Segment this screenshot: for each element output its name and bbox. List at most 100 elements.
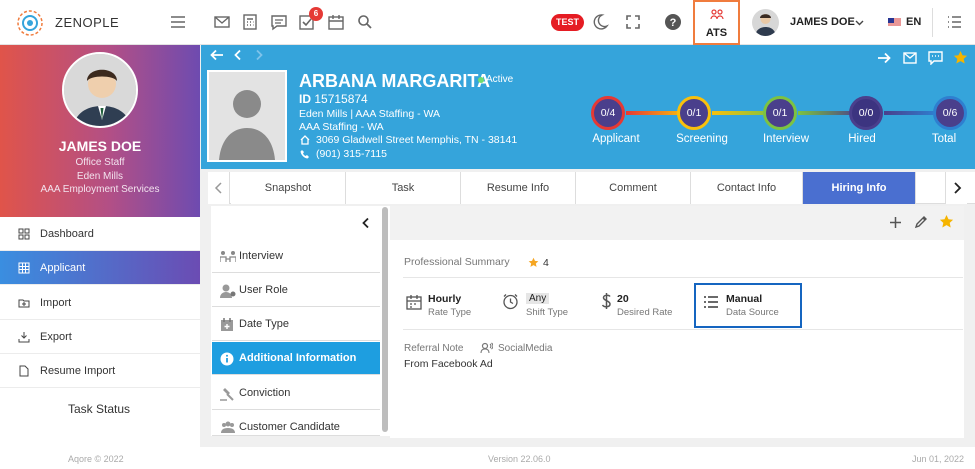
- sidebar-item-label: Import: [40, 297, 72, 309]
- task-status-link[interactable]: Task Status: [68, 402, 130, 416]
- candidate-photo: [207, 70, 287, 162]
- topbar-divider: [932, 8, 933, 37]
- sidebar-item-import[interactable]: Import: [0, 286, 200, 320]
- pipeline-stage-interview[interactable]: 0/1: [763, 96, 797, 130]
- sidebar-item-resume-import[interactable]: Resume Import: [0, 354, 200, 388]
- search-icon[interactable]: [356, 13, 374, 31]
- ats-label: ATS: [705, 27, 728, 39]
- user-name[interactable]: JAMES DOE: [790, 16, 855, 28]
- menu-scrollbar[interactable]: [382, 207, 388, 432]
- menu-item-customer-candidate[interactable]: Customer Candidate: [212, 411, 380, 436]
- chat-icon[interactable]: [270, 13, 288, 31]
- id-label: ID: [299, 92, 311, 106]
- tab-snapshot[interactable]: Snapshot: [231, 172, 346, 204]
- sidebar-item-dashboard[interactable]: Dashboard: [0, 217, 200, 251]
- tab-comment[interactable]: Comment: [576, 172, 691, 204]
- date-type-icon: [220, 318, 234, 332]
- task-count-badge: 6: [309, 7, 323, 21]
- tab-scroll-right-icon[interactable]: [945, 172, 967, 204]
- rate-type-value: Hourly: [428, 293, 462, 305]
- dollar-icon: [601, 292, 612, 310]
- tab-scroll-left-icon[interactable]: [208, 172, 230, 204]
- calendar-icon[interactable]: [327, 13, 345, 31]
- list-menu-icon[interactable]: [945, 13, 963, 31]
- next-chevron-icon[interactable]: [255, 49, 263, 61]
- user-role-icon: [220, 284, 236, 298]
- back-arrow-icon[interactable]: [210, 49, 224, 61]
- chevron-down-icon[interactable]: [855, 18, 864, 27]
- candidate-address: 3069 Gladwell Street Memphis, TN - 38141: [316, 134, 518, 146]
- logo-icon[interactable]: [16, 9, 44, 37]
- logo-text: ZENOPLE: [55, 15, 120, 30]
- candidate-id: ID 15715874: [299, 92, 368, 106]
- dark-mode-moon-icon[interactable]: [591, 13, 609, 31]
- menu-item-user-role[interactable]: User Role: [212, 274, 380, 307]
- environment-badge: TEST: [551, 14, 584, 31]
- pipeline-label: Screening: [676, 133, 728, 145]
- sidebar-item-label: Export: [40, 331, 72, 343]
- menu-item-additional-information[interactable]: Additional Information: [212, 342, 380, 375]
- profile-avatar: [62, 52, 138, 128]
- add-icon[interactable]: [889, 216, 902, 229]
- ats-button[interactable]: ATS: [693, 0, 740, 45]
- user-avatar[interactable]: [752, 9, 779, 36]
- pipeline-label: Applicant: [592, 133, 640, 145]
- menu-item-label: Date Type: [239, 318, 289, 330]
- footer-copyright: Aqore © 2022: [68, 454, 124, 464]
- desired-rate-value: 20: [617, 293, 629, 305]
- pipeline-label: Total: [931, 133, 957, 145]
- divider: [403, 277, 963, 278]
- edit-pencil-icon[interactable]: [914, 215, 928, 229]
- forward-arrow-icon[interactable]: [877, 52, 891, 64]
- shift-type-label: Shift Type: [526, 307, 569, 318]
- menu-item-conviction[interactable]: Conviction: [212, 377, 380, 410]
- hamburger-menu-icon[interactable]: [170, 13, 188, 31]
- sidebar-item-label: Dashboard: [40, 228, 94, 240]
- menu-item-label: Additional Information: [239, 352, 357, 364]
- desired-rate-label: Desired Rate: [617, 307, 673, 318]
- customer-group-icon: [220, 421, 235, 435]
- tab-contact-info[interactable]: Contact Info: [691, 172, 803, 204]
- profile-company: AAA Employment Services: [40, 184, 160, 195]
- calculator-icon[interactable]: [241, 13, 259, 31]
- phone-icon: [300, 149, 310, 159]
- import-icon: [18, 297, 30, 309]
- professional-summary-label: Professional Summary: [404, 256, 510, 268]
- tab-hiring-info[interactable]: Hiring Info: [803, 172, 916, 204]
- profile-location: Eden Mills: [76, 171, 124, 182]
- pipeline-stage-hired[interactable]: 0/0: [849, 96, 883, 130]
- email-icon[interactable]: [903, 52, 917, 64]
- pipeline-stage-screening[interactable]: 0/1: [677, 96, 711, 130]
- status-badge: Active: [486, 74, 514, 85]
- home-icon: [300, 135, 310, 145]
- star-icon[interactable]: [939, 214, 954, 229]
- language-selector[interactable]: EN: [906, 16, 921, 28]
- collapse-menu-icon[interactable]: [361, 217, 371, 229]
- sidebar-item-applicant[interactable]: Applicant: [0, 251, 200, 285]
- interview-icon: [220, 250, 236, 264]
- menu-item-interview[interactable]: Interview: [212, 240, 380, 273]
- pipeline-stage-applicant[interactable]: 0/4: [591, 96, 625, 130]
- message-icon[interactable]: [928, 51, 943, 65]
- rating-star-icon: [528, 257, 539, 268]
- pipeline-label: Hired: [848, 133, 876, 145]
- data-source-label: Data Source: [726, 307, 779, 318]
- help-icon[interactable]: ?: [664, 13, 682, 31]
- referral-note-label: Referral Note: [404, 343, 464, 354]
- favorite-star-icon[interactable]: [953, 50, 968, 65]
- footer-version: Version 22.06.0: [488, 454, 551, 464]
- menu-item-date-type[interactable]: Date Type: [212, 308, 380, 341]
- hiring-info-panel: [390, 206, 964, 438]
- candidate-company-line: AAA Staffing - WA: [299, 121, 384, 133]
- fullscreen-icon[interactable]: [624, 13, 642, 31]
- ats-users-icon: [710, 9, 724, 21]
- export-icon: [18, 331, 30, 343]
- referral-note-value: From Facebook Ad: [404, 358, 493, 370]
- sidebar-item-export[interactable]: Export: [0, 320, 200, 354]
- prev-chevron-icon[interactable]: [234, 49, 242, 61]
- tab-task[interactable]: Task: [346, 172, 461, 204]
- mail-icon[interactable]: [213, 13, 231, 31]
- list-icon: [703, 295, 719, 309]
- pipeline-stage-total[interactable]: 0/6: [933, 96, 967, 130]
- tab-resume-info[interactable]: Resume Info: [461, 172, 576, 204]
